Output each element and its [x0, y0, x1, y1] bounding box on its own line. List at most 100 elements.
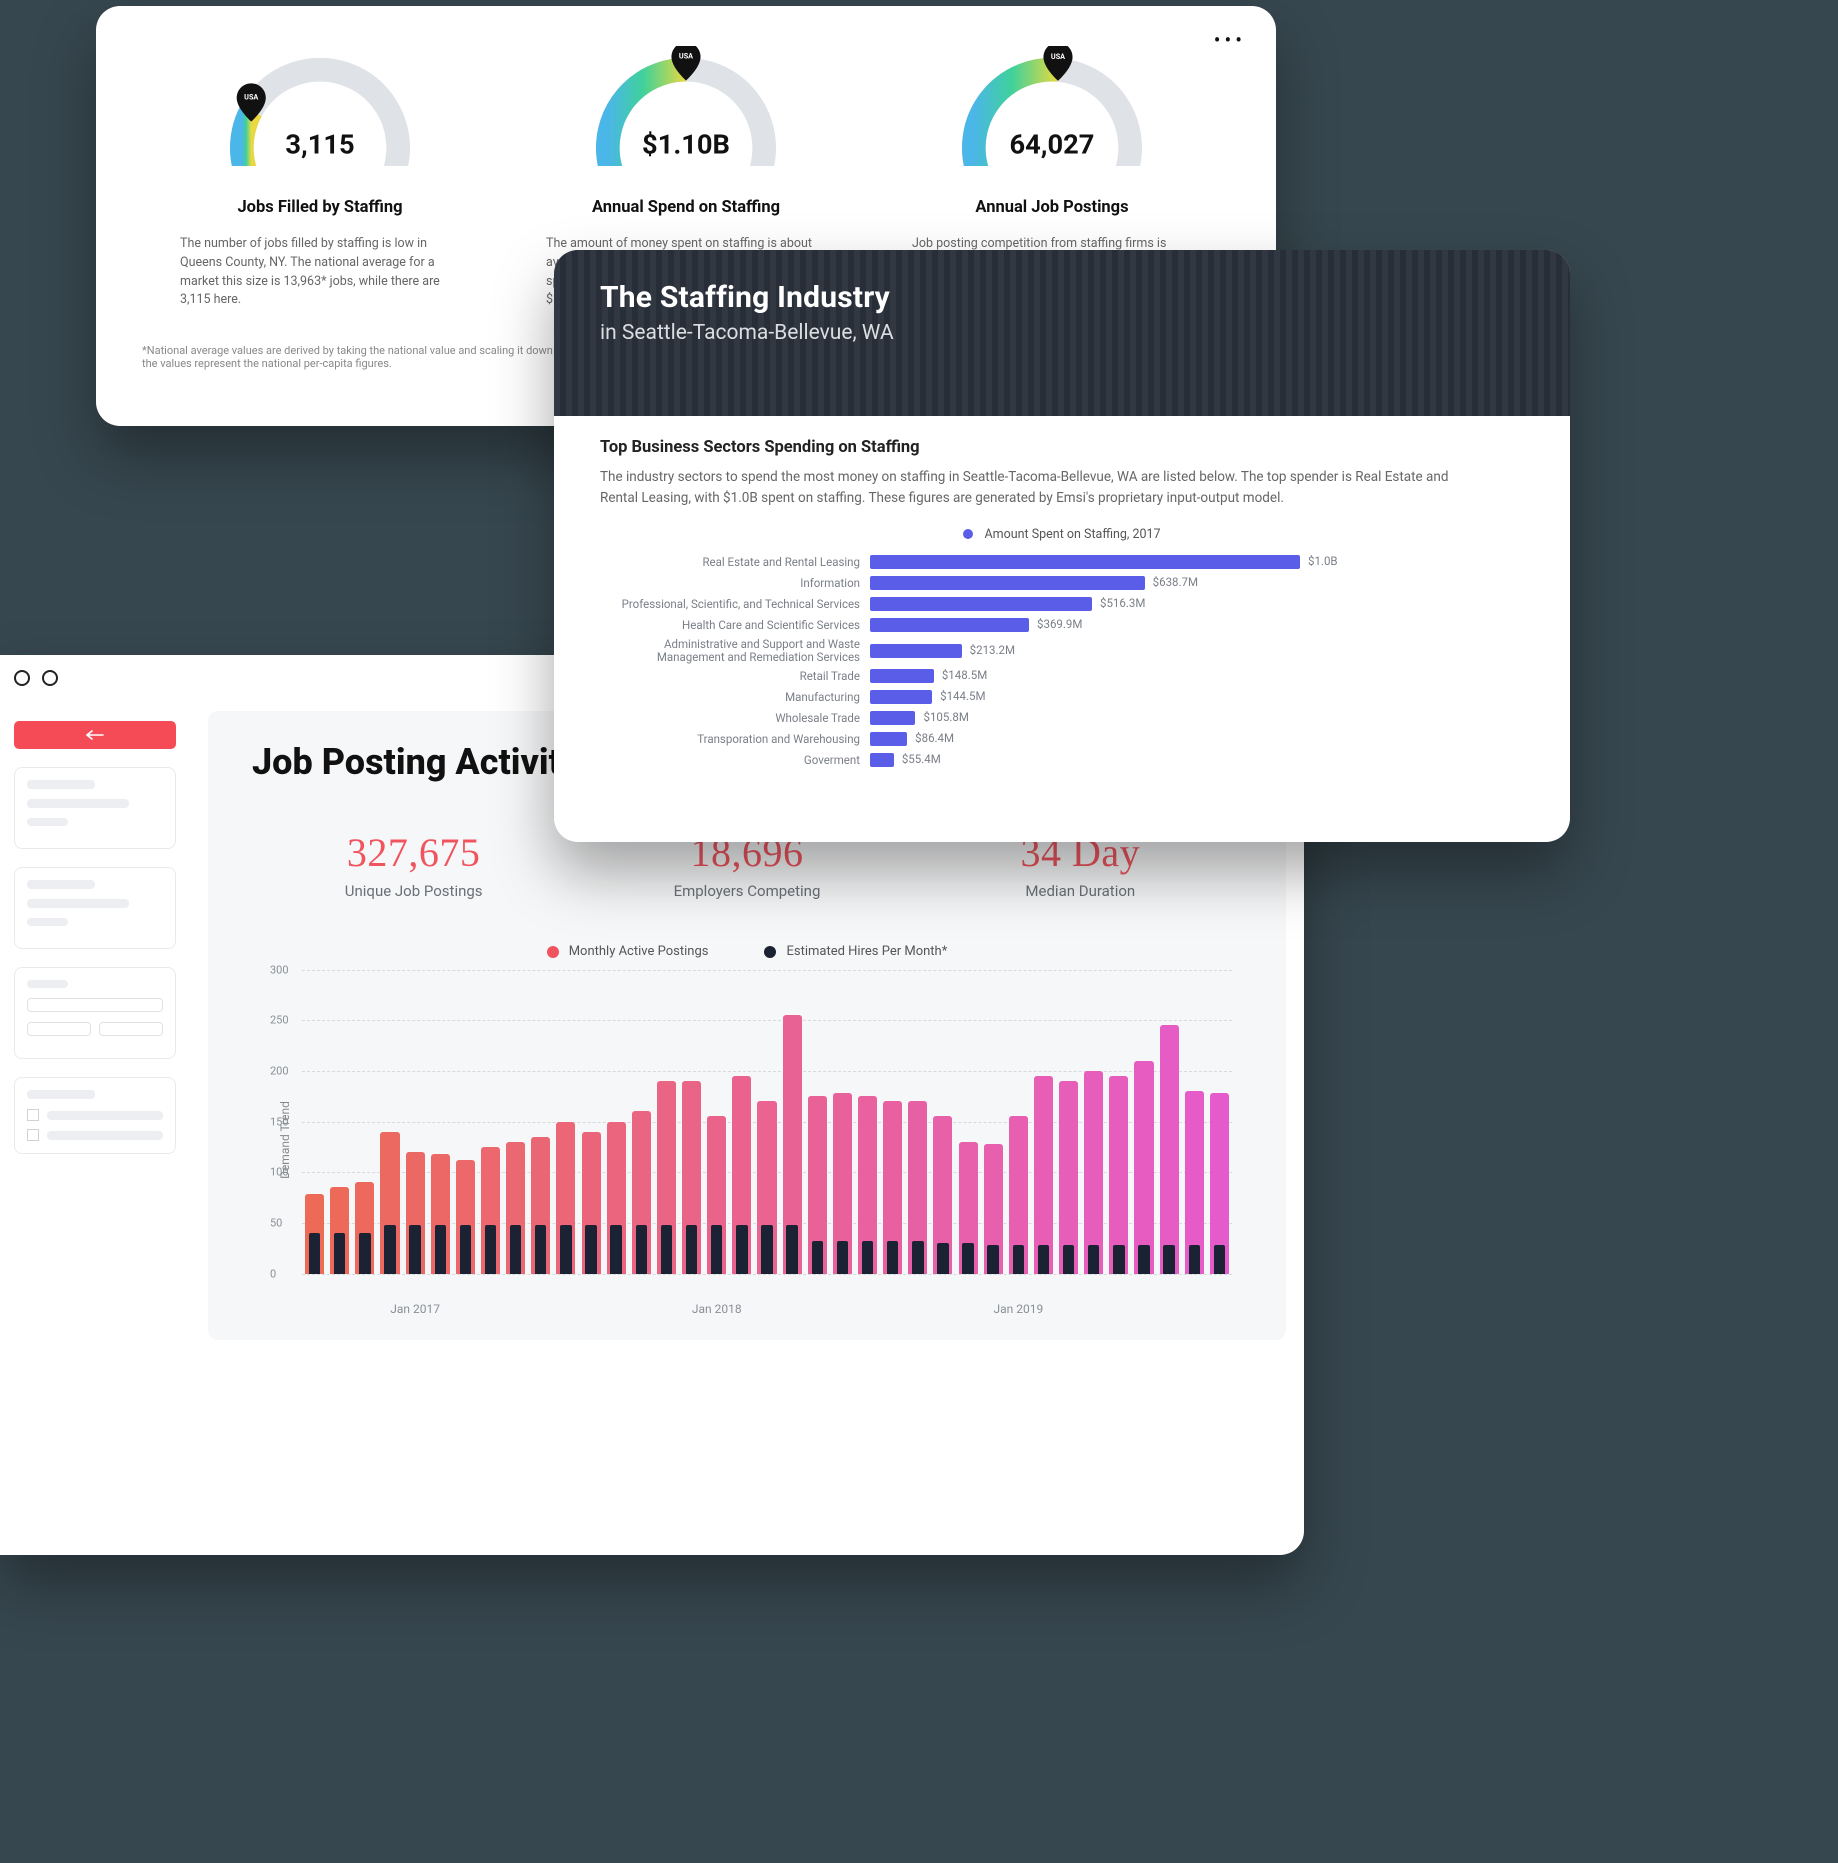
- spending-bar-row: Information $638.7M: [600, 573, 1524, 594]
- chart-legend: Amount Spent on Staffing, 2017: [600, 527, 1524, 542]
- spending-bar-row: Wholesale Trade $105.8M: [600, 708, 1524, 729]
- sidebar-primary-button[interactable]: [14, 721, 176, 749]
- gauge-title: Jobs Filled by Staffing: [142, 198, 498, 217]
- estimated-hires-bar: [786, 1225, 797, 1274]
- spending-bar-chart: Real Estate and Rental Leasing $1.0B Inf…: [600, 552, 1524, 771]
- spending-bar-row: Manufacturing $144.5M: [600, 687, 1524, 708]
- metric-value: 327,675: [252, 829, 575, 876]
- spending-bar-row: Goverment $55.4M: [600, 750, 1524, 771]
- hero-title: The Staffing Industry: [600, 280, 1524, 315]
- bar-category-label: Administrative and Support and Waste Man…: [600, 638, 870, 663]
- gauge-icon: USA 64,027: [937, 46, 1167, 166]
- estimated-hires-bar: [962, 1243, 973, 1273]
- spending-bar-row: Retail Trade $148.5M: [600, 666, 1524, 687]
- more-icon[interactable]: •••: [1214, 28, 1246, 52]
- estimated-hires-bar: [435, 1225, 446, 1274]
- bar-category-label: Information: [600, 577, 870, 590]
- estimated-hires-bar: [686, 1225, 697, 1274]
- estimated-hires-bar: [711, 1225, 722, 1274]
- bar-fill: [870, 753, 894, 767]
- estimated-hires-bar: [1189, 1245, 1200, 1273]
- estimated-hires-bar: [359, 1233, 370, 1274]
- bar-value-label: $55.4M: [902, 752, 941, 766]
- estimated-hires-bar: [1063, 1245, 1074, 1273]
- browser-dot-icon: [42, 670, 58, 686]
- bar-category-label: Real Estate and Rental Leasing: [600, 556, 870, 569]
- bar-value-label: $105.8M: [923, 710, 968, 724]
- spending-bar-row: Health Care and Scientific Services $369…: [600, 615, 1524, 636]
- bar-fill: [870, 669, 934, 683]
- bar-value-label: $86.4M: [915, 731, 954, 745]
- metric-label: Employers Competing: [585, 882, 908, 900]
- monthly-active-bar: [1034, 1076, 1053, 1274]
- bar-value-label: $516.3M: [1100, 596, 1145, 610]
- legend-item: Monthly Active Postings: [547, 944, 709, 959]
- svg-text:USA: USA: [1051, 52, 1065, 61]
- estimated-hires-bar: [610, 1225, 621, 1274]
- spending-bar-row: Professional, Scientific, and Technical …: [600, 594, 1524, 615]
- estimated-hires-bar: [1013, 1245, 1024, 1273]
- estimated-hires-bar: [887, 1241, 898, 1273]
- bar-fill: [870, 597, 1092, 611]
- legend-dot-icon: [963, 529, 973, 539]
- bar-value-label: $1.0B: [1308, 554, 1338, 568]
- legend-dot-icon: [764, 946, 776, 958]
- bar-fill: [870, 732, 907, 746]
- estimated-hires-bar: [812, 1241, 823, 1273]
- estimated-hires-bar: [460, 1225, 471, 1274]
- hero-banner: The Staffing Industry in Seattle-Tacoma-…: [554, 250, 1570, 416]
- estimated-hires-bar: [510, 1225, 521, 1274]
- estimated-hires-bar: [761, 1225, 772, 1274]
- bar-value-label: $213.2M: [970, 643, 1015, 657]
- hero-subtitle: in Seattle-Tacoma-Bellevue, WA: [600, 321, 1524, 345]
- metric-label: Unique Job Postings: [252, 882, 575, 900]
- gauge-description: The number of jobs filled by staffing is…: [180, 235, 460, 310]
- svg-text:USA: USA: [244, 93, 258, 102]
- demand-trend-chart: Demand Trend 050100150200250300 Jan 2017…: [252, 970, 1242, 1310]
- monthly-active-bar: [1134, 1061, 1153, 1274]
- estimated-hires-bar: [409, 1225, 420, 1274]
- spending-bar-row: Administrative and Support and Waste Man…: [600, 636, 1524, 666]
- bar-value-label: $148.5M: [942, 668, 987, 682]
- section-title: Top Business Sectors Spending on Staffin…: [600, 438, 1524, 457]
- y-tick: 50: [270, 1216, 282, 1229]
- legend-label: Monthly Active Postings: [569, 944, 709, 959]
- svg-text:64,027: 64,027: [1010, 128, 1095, 160]
- demand-chart-legend: Monthly Active Postings Estimated Hires P…: [252, 944, 1242, 962]
- svg-text:3,115: 3,115: [285, 128, 354, 160]
- bar-category-label: Manufacturing: [600, 691, 870, 704]
- estimated-hires-bar: [837, 1241, 848, 1273]
- metric-label: Median Duration: [919, 882, 1242, 900]
- estimated-hires-bar: [334, 1233, 345, 1274]
- section-description: The industry sectors to spend the most m…: [600, 467, 1480, 509]
- estimated-hires-bar: [1113, 1245, 1124, 1273]
- svg-text:$1.10B: $1.10B: [642, 128, 730, 160]
- y-tick: 150: [270, 1115, 289, 1128]
- estimated-hires-bar: [661, 1225, 672, 1274]
- estimated-hires-bar: [937, 1243, 948, 1273]
- x-tick: Jan 2017: [390, 1302, 440, 1316]
- bar-fill: [870, 555, 1300, 569]
- bar-category-label: Wholesale Trade: [600, 712, 870, 725]
- bar-value-label: $638.7M: [1153, 575, 1198, 589]
- estimated-hires-bar: [1088, 1245, 1099, 1273]
- monthly-active-bar: [1084, 1071, 1103, 1274]
- gauge-icon: USA $1.10B: [571, 46, 801, 166]
- estimated-hires-bar: [309, 1233, 320, 1274]
- estimated-hires-bar: [535, 1225, 546, 1274]
- y-tick: 0: [270, 1267, 276, 1280]
- staffing-industry-card: The Staffing Industry in Seattle-Tacoma-…: [554, 250, 1570, 842]
- legend-item: Estimated Hires Per Month*: [764, 944, 947, 959]
- y-tick: 250: [270, 1014, 289, 1027]
- gauge-icon: USA 3,115: [205, 46, 435, 166]
- bar-fill: [870, 618, 1029, 632]
- estimated-hires-bar: [1163, 1245, 1174, 1273]
- estimated-hires-bar: [636, 1225, 647, 1274]
- bar-value-label: $144.5M: [940, 689, 985, 703]
- spending-bar-row: Transporation and Warehousing $86.4M: [600, 729, 1524, 750]
- x-tick: Jan 2018: [692, 1302, 742, 1316]
- y-tick: 300: [270, 963, 289, 976]
- legend-label: Amount Spent on Staffing, 2017: [985, 527, 1161, 542]
- monthly-active-bar: [1160, 1025, 1179, 1273]
- estimated-hires-bar: [736, 1225, 747, 1274]
